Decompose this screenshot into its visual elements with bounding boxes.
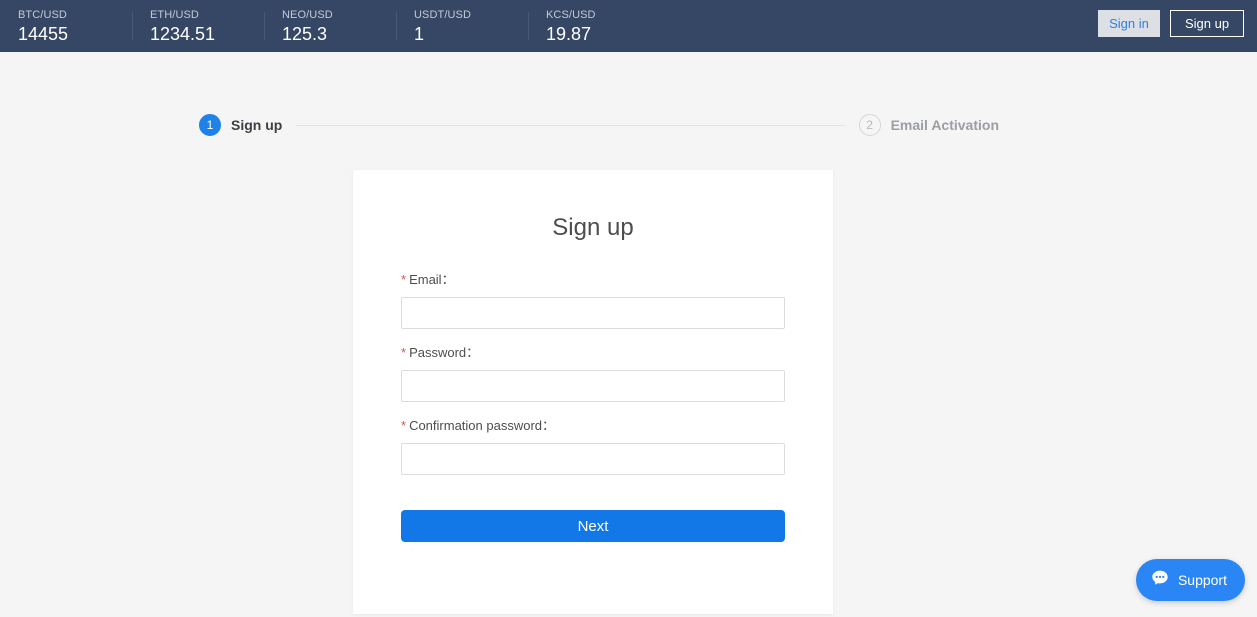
password-field-group: * Password： — [401, 344, 785, 402]
ticker-item-btc-usd[interactable]: BTC/USD 14455 — [0, 0, 132, 52]
step-number-badge: 1 — [199, 114, 221, 136]
ticker-pair: NEO/USD — [282, 8, 333, 21]
email-label-text: Email： — [409, 272, 455, 287]
chat-bubble-icon — [1150, 568, 1170, 593]
ticker-item-neo-usd[interactable]: NEO/USD 125.3 — [264, 0, 396, 52]
ticker-price: 1234.51 — [150, 23, 216, 44]
ticker-pair: ETH/USD — [150, 8, 199, 21]
ticker-pair: BTC/USD — [18, 8, 67, 21]
sign-up-button[interactable]: Sign up — [1170, 10, 1244, 37]
email-input[interactable] — [401, 297, 785, 329]
support-button[interactable]: Support — [1135, 559, 1245, 601]
auth-buttons: Sign in Sign up — [1098, 10, 1244, 37]
sign-up-card: Sign up * Email： * Password： * Confirmation… — [353, 170, 833, 614]
email-field-label: * Email： — [401, 271, 785, 289]
ticker-price: 14455 — [18, 23, 69, 44]
sign-up-form: * Email： * Password： * Confirmation passwor… — [353, 271, 833, 542]
ticker-item-kcs-usd[interactable]: KCS/USD 19.87 — [528, 0, 660, 52]
required-asterisk-icon: * — [401, 345, 407, 360]
required-asterisk-icon: * — [401, 418, 407, 433]
ticker-pair: USDT/USD — [414, 8, 472, 21]
next-button[interactable]: Next — [401, 510, 785, 542]
confirmation-password-field-group: * Confirmation password： — [401, 417, 785, 475]
step-indicator: 1 Sign up 2 Email Activation — [199, 113, 999, 137]
step-connector-line — [296, 124, 845, 126]
ticker-price: 1 — [414, 23, 425, 44]
password-field-label: * Password： — [401, 344, 785, 362]
confirmation-password-input[interactable] — [401, 443, 785, 475]
confirmation-password-label-text: Confirmation password： — [409, 418, 556, 433]
password-label-text: Password： — [409, 345, 480, 360]
step-2-email-activation: 2 Email Activation — [858, 114, 999, 136]
ticker-price: 125.3 — [282, 23, 328, 44]
confirmation-password-field-label: * Confirmation password： — [401, 417, 785, 435]
step-1-sign-up[interactable]: 1 Sign up — [199, 114, 282, 136]
ticker-price: 19.87 — [546, 23, 592, 44]
required-asterisk-icon: * — [401, 272, 407, 287]
ticker-pair: KCS/USD — [546, 8, 596, 21]
step-label: Email Activation — [890, 117, 999, 133]
header-bar: BTC/USD 14455 ETH/USD 1234.51 NEO/USD 12… — [0, 0, 1257, 52]
password-input[interactable] — [401, 370, 785, 402]
email-field-group: * Email： — [401, 271, 785, 329]
ticker-item-eth-usd[interactable]: ETH/USD 1234.51 — [132, 0, 264, 52]
ticker-item-usdt-usd[interactable]: USDT/USD 1 — [396, 0, 528, 52]
sign-in-button[interactable]: Sign in — [1098, 10, 1160, 37]
support-label: Support — [1177, 572, 1227, 588]
step-number-badge: 2 — [858, 114, 881, 136]
page-title: Sign up — [552, 214, 634, 241]
ticker-list: BTC/USD 14455 ETH/USD 1234.51 NEO/USD 12… — [0, 0, 660, 52]
step-label: Sign up — [231, 117, 283, 133]
